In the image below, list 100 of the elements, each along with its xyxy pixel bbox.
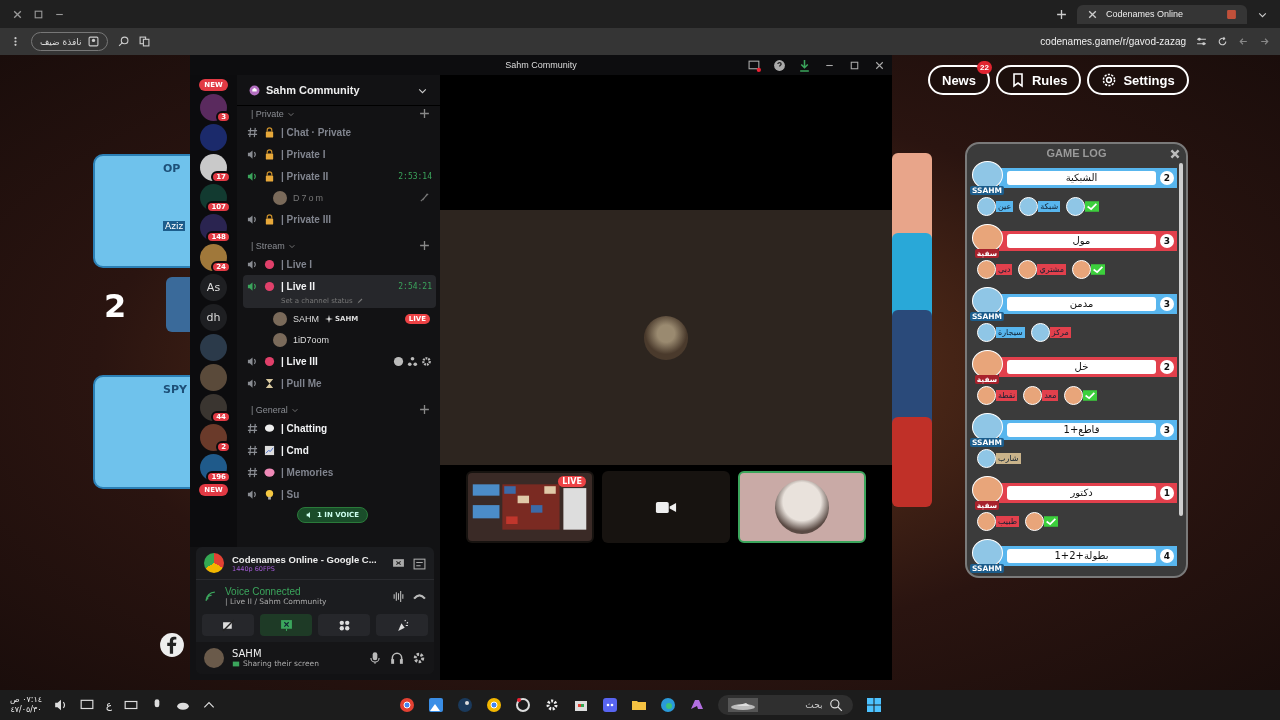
search-field[interactable]: بحث [717, 695, 853, 715]
settings-icon[interactable] [412, 651, 426, 665]
clue-number: 1 [1160, 486, 1174, 500]
dot-icon [264, 355, 275, 367]
channel-item[interactable]: | Live III [243, 350, 436, 372]
card-title: SPY [163, 383, 187, 396]
close-icon[interactable] [1169, 148, 1181, 160]
restore-icon[interactable] [33, 8, 44, 20]
invite-icon[interactable] [407, 355, 418, 367]
browser-tab[interactable]: Codenames Online [1077, 4, 1247, 24]
player-avatar [1023, 386, 1043, 405]
category-header[interactable]: | General [251, 404, 288, 415]
live-badge: LIVE [558, 476, 586, 487]
add-channel-icon[interactable] [419, 240, 430, 251]
camera-button[interactable] [202, 614, 254, 636]
clue-number: 3 [1160, 423, 1174, 437]
channel-item[interactable]: | Memories [243, 461, 436, 483]
channel-item[interactable]: | Chat · Private [243, 121, 436, 143]
windows-icon[interactable] [865, 697, 882, 713]
category-header[interactable]: | Private [251, 108, 284, 119]
chat-icon[interactable] [393, 355, 404, 367]
player-name: Aziz [163, 221, 186, 231]
zoom-icon[interactable] [117, 36, 129, 47]
check-icon [1044, 516, 1059, 527]
category-header[interactable]: | Stream [251, 240, 285, 251]
channel-item[interactable]: | Cmd [243, 439, 436, 461]
language-indicator[interactable]: ع [106, 700, 113, 710]
server-header[interactable]: Sahm Community [237, 75, 440, 106]
forward-icon[interactable] [1259, 36, 1270, 47]
chrome-icon[interactable] [485, 697, 502, 713]
video-tile[interactable]: LIVE [466, 471, 594, 543]
channel-item[interactable]: | Pull Me [243, 372, 436, 394]
video-tile[interactable] [738, 471, 866, 543]
facebook-icon[interactable] [159, 632, 185, 658]
screen-record-icon[interactable] [748, 58, 761, 72]
player-avatar [1030, 323, 1050, 342]
screen-icon [232, 659, 240, 668]
clue-word: خل [1007, 360, 1156, 374]
screen-share-button[interactable] [260, 614, 312, 636]
user-avatar [273, 190, 287, 205]
microphone-icon[interactable] [368, 651, 382, 665]
voice-member[interactable]: D7om [243, 187, 436, 208]
new-tab-icon[interactable] [1056, 8, 1067, 20]
settings-icon[interactable] [421, 355, 432, 367]
clock-date[interactable]: ٤٧/٠٥/٣٠ [10, 705, 42, 715]
site-settings-icon[interactable] [1196, 36, 1207, 47]
download-icon[interactable] [798, 58, 811, 72]
clue-word: مول [1007, 234, 1156, 248]
clue-number: 3 [1160, 297, 1174, 311]
hourglass-icon [264, 377, 275, 389]
voice-member[interactable]: 1iD7oom [243, 329, 436, 350]
settings-button[interactable]: Settings [1087, 65, 1189, 95]
clue-number: 3 [1160, 234, 1174, 248]
reload-icon[interactable] [1217, 36, 1228, 47]
guess-word: سيجارة [996, 327, 1025, 338]
photos-icon[interactable] [427, 697, 444, 713]
speech-bubble-icon [264, 422, 275, 434]
edge-icon[interactable] [659, 697, 676, 713]
rules-button[interactable]: Rules [995, 65, 1082, 95]
browser-icon [204, 553, 224, 573]
soundboard-button[interactable] [376, 614, 428, 636]
user-avatar[interactable] [204, 648, 224, 668]
translate-icon[interactable] [138, 36, 150, 47]
channel-item[interactable]: | Chatting [243, 417, 436, 439]
channel-item[interactable]: | Su [243, 483, 436, 505]
pencil-icon[interactable] [355, 297, 364, 305]
add-channel-icon[interactable] [419, 108, 430, 119]
close-icon[interactable] [1087, 8, 1098, 20]
stream-settings-icon[interactable] [413, 556, 426, 570]
steam-icon[interactable] [456, 697, 473, 713]
display-icon[interactable] [80, 698, 95, 712]
channel-item[interactable]: | Private III [243, 208, 436, 230]
server-icon[interactable]: As [200, 274, 227, 301]
stop-stream-icon[interactable] [392, 556, 405, 570]
address-bar[interactable]: codenames.game/r/gavod-zazag [1040, 36, 1186, 47]
back-icon[interactable] [1238, 36, 1249, 47]
channel-item[interactable]: | Live I [243, 253, 436, 275]
video-tile[interactable] [602, 471, 730, 543]
server-icon[interactable]: dh [200, 304, 227, 331]
clock-time[interactable]: ٠٧:١٤ ص [10, 695, 43, 705]
player-avatar [977, 449, 996, 468]
help-icon[interactable] [773, 58, 786, 72]
chrome-icon[interactable] [398, 697, 415, 713]
scrollbar[interactable] [1179, 163, 1183, 516]
activities-button[interactable] [318, 614, 370, 636]
server-icon[interactable] [200, 424, 227, 451]
channel-item[interactable]: | Private I [243, 143, 436, 165]
keyboard-icon[interactable] [124, 698, 139, 712]
add-channel-icon[interactable] [419, 404, 430, 415]
app-icon[interactable] [514, 697, 531, 713]
chart-icon [264, 444, 275, 456]
headphones-icon[interactable] [390, 651, 404, 665]
discord-icon[interactable] [601, 697, 618, 713]
close-icon[interactable] [12, 8, 23, 20]
server-icon[interactable] [200, 94, 227, 121]
sparkle-icon [325, 314, 333, 323]
noise-icon[interactable] [392, 589, 405, 603]
channel-item[interactable]: | Private II 2:53:14 [243, 165, 436, 187]
card-title: OP [163, 162, 181, 175]
hash-icon [247, 444, 258, 456]
